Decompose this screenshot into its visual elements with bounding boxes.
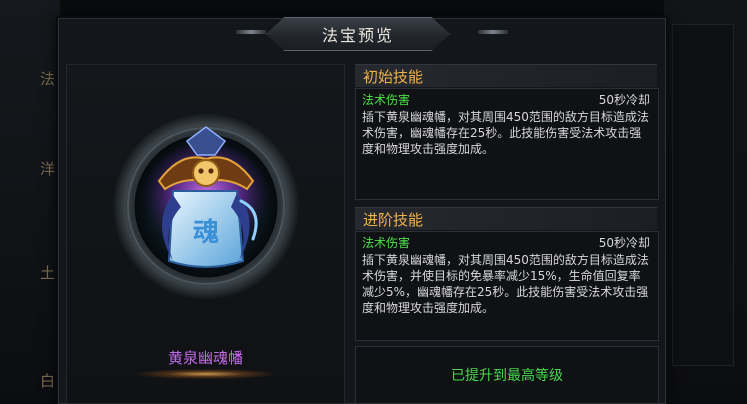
item-name: 黄泉幽魂幡 (167, 349, 243, 367)
item-portrait-panel: 魂 黄泉幽魂幡 (66, 64, 345, 404)
background-right-panel (664, 0, 747, 402)
title-ornament-right (478, 30, 508, 34)
dialog-title: 法宝预览 (321, 26, 394, 45)
upgrade-status-panel: 已提升到最高等级 (355, 346, 659, 404)
initial-skill-panel: 法术伤害 50秒冷却 插下黄泉幽魂幡，对其周围450范围的敌方目标造成法术伤害，… (355, 88, 659, 200)
initial-skill-title: 初始技能 (363, 68, 424, 86)
background-text-fragment: 土 (40, 264, 56, 282)
svg-text:魂: 魂 (193, 218, 219, 248)
initial-skill-type: 法术伤害 (362, 93, 411, 107)
advanced-skill-description: 插下黄泉幽魂幡，对其周围450范围的敌方目标造成法术伤害，并使目标的免暴率减少1… (362, 253, 649, 315)
dialog-title-plate: 法宝预览 (266, 17, 450, 51)
max-level-text: 已提升到最高等级 (451, 368, 563, 384)
soul-banner-icon: 魂 (112, 112, 300, 300)
advanced-skill-cooldown: 50秒冷却 (598, 236, 650, 250)
name-glow-divider (137, 369, 274, 379)
title-ornament-left (236, 30, 266, 34)
background-text-fragment: 洋 (40, 160, 56, 178)
advanced-skill-type: 法术伤害 (362, 236, 411, 250)
initial-skill-cooldown: 50秒冷却 (598, 93, 650, 107)
advanced-skill-header: 进阶技能 (355, 207, 657, 230)
initial-skill-header: 初始技能 (355, 64, 657, 87)
advanced-skill-panel: 法术伤害 50秒冷却 插下黄泉幽魂幡，对其周围450范围的敌方目标造成法术伤害，… (355, 231, 659, 341)
background-text-fragment: 白 (40, 372, 56, 390)
background-left-panel: 法 洋 土 白 (0, 0, 60, 402)
initial-skill-description: 插下黄泉幽魂幡，对其周围450范围的敌方目标造成法术伤害，幽魂幡存在25秒。此技… (362, 110, 649, 156)
background-text-fragment: 法 (40, 70, 56, 88)
advanced-skill-title: 进阶技能 (363, 211, 424, 229)
